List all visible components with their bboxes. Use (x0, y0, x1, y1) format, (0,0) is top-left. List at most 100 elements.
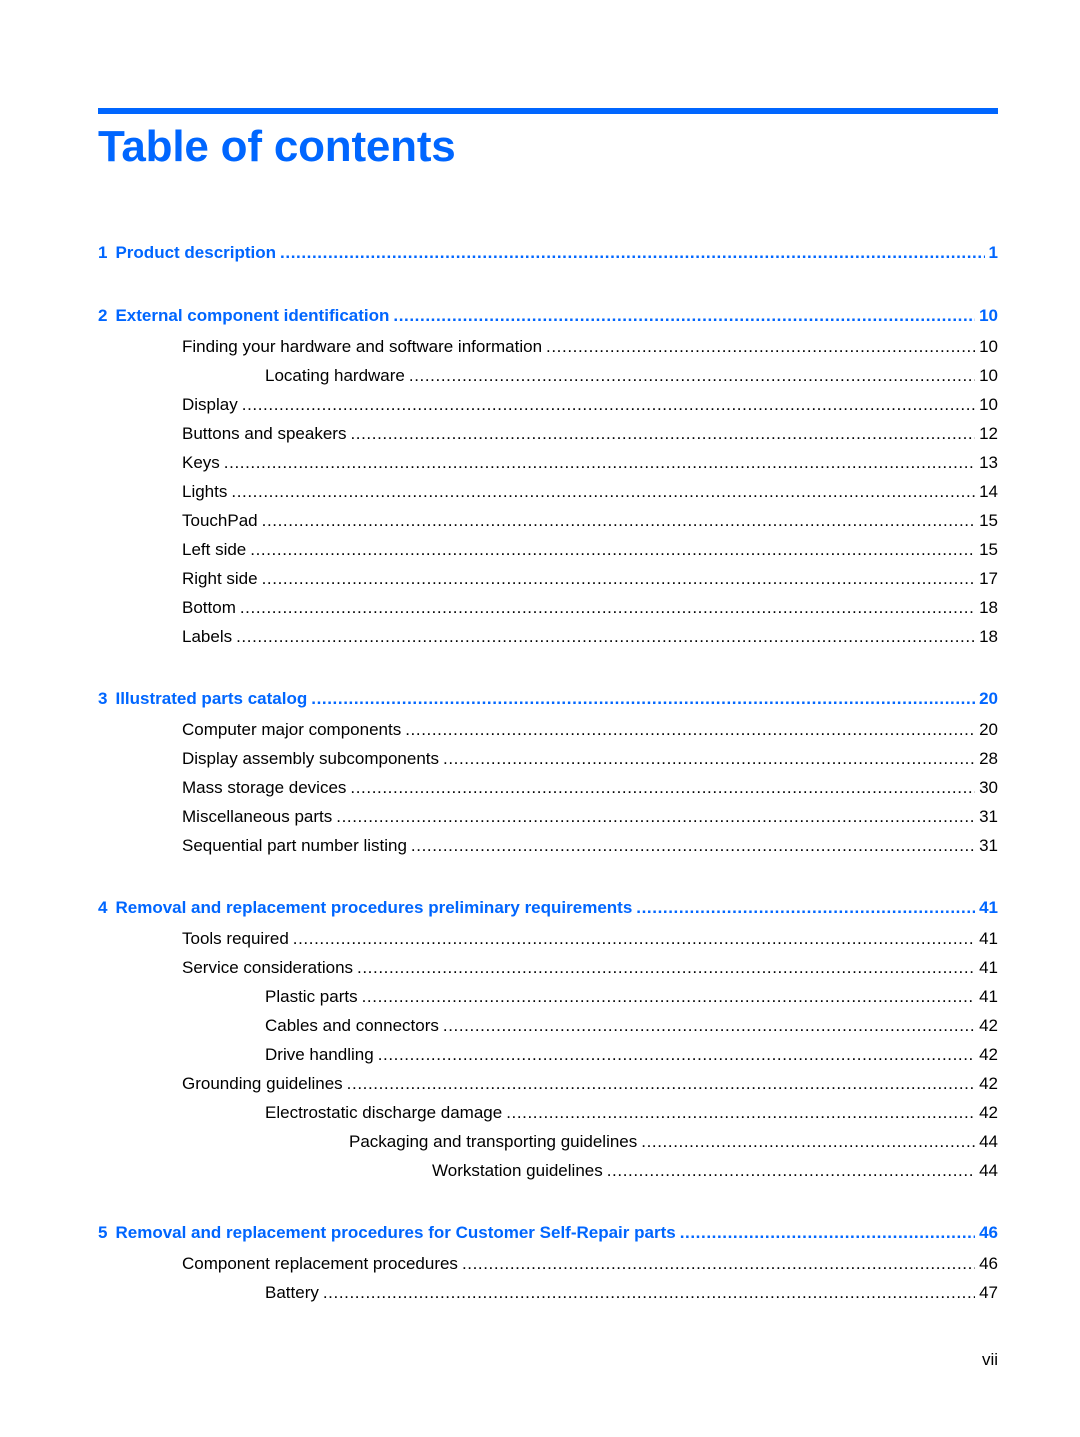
toc-section-link[interactable]: Drive handling 42 (265, 1044, 998, 1066)
toc-page-number: 41 (979, 898, 998, 917)
dot-leader (409, 365, 975, 387)
toc-page-number: 20 (979, 720, 998, 739)
toc-entry-title: Buttons and speakers (182, 424, 347, 443)
dot-leader (262, 568, 975, 590)
toc-entry-title: TouchPad (182, 511, 258, 530)
dot-leader (393, 305, 975, 327)
toc-section-link[interactable]: Battery 47 (265, 1282, 998, 1304)
toc-section-link[interactable]: Bottom 18 (182, 597, 998, 619)
dot-leader (443, 1015, 975, 1037)
toc-page-number: 31 (979, 836, 998, 855)
toc-entry-title: 3 Illustrated parts catalog (98, 688, 311, 710)
toc-section-link[interactable]: Component replacement procedures 46 (182, 1253, 998, 1275)
toc-entry-title: Display assembly subcomponents (182, 749, 440, 768)
toc-section-link[interactable]: Tools required 41 (182, 928, 998, 950)
toc-page-number: 42 (979, 1045, 998, 1064)
toc-entry-title: Service considerations (182, 958, 354, 977)
toc-section-link[interactable]: Right side 17 (182, 568, 998, 590)
toc-chapter-link[interactable]: 3 Illustrated parts catalog 20 (98, 688, 998, 710)
page-number: vii (981, 1350, 998, 1369)
toc-page-number: 28 (979, 749, 998, 768)
toc-page-number: 14 (979, 482, 998, 501)
toc-section-link[interactable]: TouchPad 15 (182, 510, 998, 532)
toc-section-link[interactable]: Packaging and transporting guidelines 44 (349, 1131, 998, 1153)
toc-page-number: 41 (979, 929, 998, 948)
toc-chapter-link[interactable]: 4 Removal and replacement procedures prel… (98, 897, 998, 919)
toc-section-link[interactable]: Display assembly subcomponents 28 (182, 748, 998, 770)
toc-entry-title: Tools required (182, 929, 289, 948)
chapter-number: 5 (98, 1223, 108, 1242)
dot-leader (336, 806, 975, 828)
dot-leader (347, 1073, 975, 1095)
chapter-number: 1 (98, 243, 108, 262)
chapter-title: Product description (115, 243, 277, 262)
toc-section-link[interactable]: Locating hardware 10 (265, 365, 998, 387)
toc-page-number: 18 (979, 598, 998, 617)
toc-section-link[interactable]: Cables and connectors 42 (265, 1015, 998, 1037)
toc-page-number: 42 (979, 1016, 998, 1035)
toc-entry-title: Mass storage devices (182, 778, 347, 797)
toc-section-link[interactable]: Lights 14 (182, 481, 998, 503)
toc-page-number: 10 (979, 337, 998, 356)
toc-entry-title: 5 Removal and replacement procedures for … (98, 1222, 680, 1244)
toc-section-link[interactable]: Electrostatic discharge damage 42 (265, 1102, 998, 1124)
toc-page-number: 17 (979, 569, 998, 588)
dot-leader (293, 928, 975, 950)
toc-chapter-link[interactable]: 1 Product description 1 (98, 242, 998, 264)
toc-section-link[interactable]: Miscellaneous parts 31 (182, 806, 998, 828)
toc-page-number: 1 (988, 243, 998, 262)
title-rule (98, 108, 998, 114)
toc-entry-title: Labels (182, 627, 233, 646)
dot-leader (350, 777, 975, 799)
toc-entry-title: Sequential part number listing (182, 836, 407, 855)
toc-section-link[interactable]: Service considerations 41 (182, 957, 998, 979)
dot-leader (250, 539, 975, 561)
dot-leader (378, 1044, 975, 1066)
dot-leader (262, 510, 975, 532)
toc-section-link[interactable]: Display 10 (182, 394, 998, 416)
toc-section-link[interactable]: Finding your hardware and software infor… (182, 336, 998, 358)
toc-page-number: 44 (979, 1132, 998, 1151)
dot-leader (242, 394, 975, 416)
toc-chapter-link[interactable]: 5 Removal and replacement procedures for … (98, 1222, 998, 1244)
toc-page-number: 42 (979, 1103, 998, 1122)
toc-entry-title: 2 External component identification (98, 305, 393, 327)
dot-leader (231, 481, 975, 503)
toc-page-number: 10 (979, 366, 998, 385)
toc-page-number: 15 (979, 511, 998, 530)
toc-section-link[interactable]: Grounding guidelines 42 (182, 1073, 998, 1095)
toc-entry-title: 4 Removal and replacement procedures prel… (98, 897, 636, 919)
dot-leader (546, 336, 975, 358)
toc-entry-title: Workstation guidelines (432, 1161, 603, 1180)
toc-page-number: 13 (979, 453, 998, 472)
toc-entry-title: Grounding guidelines (182, 1074, 343, 1093)
dot-leader (357, 957, 975, 979)
toc-entry-title: Battery (265, 1283, 319, 1302)
toc-entry-title: Keys (182, 453, 220, 472)
dot-leader (607, 1160, 975, 1182)
toc-section-link[interactable]: Keys 13 (182, 452, 998, 474)
dot-leader (462, 1253, 975, 1275)
toc-page-number: 46 (979, 1254, 998, 1273)
dot-leader (323, 1282, 975, 1304)
toc-section-link[interactable]: Buttons and speakers 12 (182, 423, 998, 445)
toc-section-link[interactable]: Plastic parts 41 (265, 986, 998, 1008)
toc-section-link[interactable]: Labels 18 (182, 626, 998, 648)
toc-entry-title: Miscellaneous parts (182, 807, 333, 826)
toc-section-link[interactable]: Workstation guidelines 44 (432, 1160, 998, 1182)
dot-leader (240, 597, 975, 619)
toc-entry-title: Computer major components (182, 720, 402, 739)
dot-leader (280, 242, 984, 264)
toc-section-link[interactable]: Left side 15 (182, 539, 998, 561)
toc-page-number: 12 (979, 424, 998, 443)
toc-section-link[interactable]: Sequential part number listing 31 (182, 835, 998, 857)
toc-section-link[interactable]: Mass storage devices 30 (182, 777, 998, 799)
dot-leader (236, 626, 975, 648)
toc-entry-title: Right side (182, 569, 258, 588)
toc-section-link[interactable]: Computer major components 20 (182, 719, 998, 741)
toc-entry-title: Packaging and transporting guidelines (349, 1132, 638, 1151)
toc-page-number: 46 (979, 1223, 998, 1242)
toc-chapter-link[interactable]: 2 External component identification 10 (98, 305, 998, 327)
toc-entry-title: Cables and connectors (265, 1016, 439, 1035)
toc-page-number: 15 (979, 540, 998, 559)
